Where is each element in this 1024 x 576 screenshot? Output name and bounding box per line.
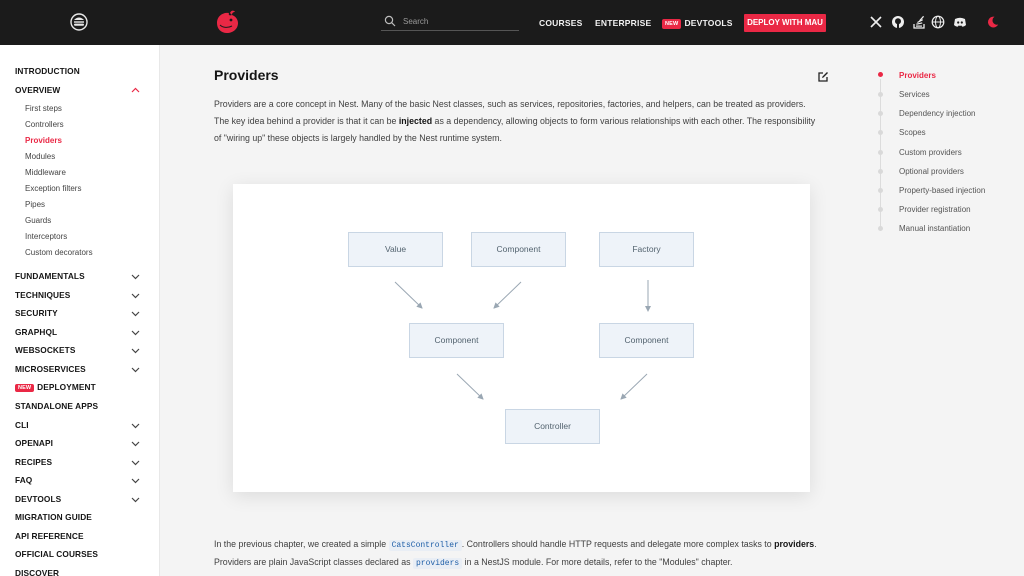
toc-dot [878, 226, 883, 231]
toc-dot [878, 92, 883, 97]
toc-item-scopes[interactable]: Scopes [899, 128, 926, 137]
code-cats-controller: CatsController [388, 540, 462, 551]
new-badge: NEW [662, 19, 682, 29]
nav-courses[interactable]: COURSES [539, 18, 582, 28]
github-icon[interactable] [891, 15, 905, 29]
toc-item-dependency-injection[interactable]: Dependency injection [899, 109, 976, 118]
theme-toggle-icon[interactable] [986, 15, 1000, 29]
p2-text-d: in a NestJS module. For more details, re… [462, 557, 733, 567]
toc-dot [878, 130, 883, 135]
nav-enterprise[interactable]: ENTERPRISE [595, 18, 651, 28]
providers-paragraph: In the previous chapter, we created a si… [214, 536, 818, 572]
intro-paragraph: Providers are a core concept in Nest. Ma… [214, 96, 818, 147]
sidebar-section-standalone-apps[interactable]: STANDALONE APPS [15, 401, 98, 411]
discord-icon[interactable] [953, 15, 967, 29]
sidebar-item-custom-decorators[interactable]: Custom decorators [25, 248, 93, 257]
sidebar-item-exception-filters[interactable]: Exception filters [25, 184, 81, 193]
diagram-node-component-top: Component [471, 232, 566, 267]
toc-item-services[interactable]: Services [899, 90, 930, 99]
x-icon[interactable] [869, 15, 883, 29]
sidebar-item-pipes[interactable]: Pipes [25, 200, 45, 209]
sidebar-section-websockets[interactable]: WEBSOCKETS [15, 345, 75, 355]
page-title: Providers [214, 67, 279, 83]
diagram-node-factory: Factory [599, 232, 694, 267]
sidebar-section-security[interactable]: SECURITY [15, 308, 58, 318]
search-icon [384, 15, 396, 27]
edit-page-icon[interactable] [817, 71, 829, 83]
sidebar-section-cli[interactable]: CLI [15, 420, 29, 430]
toc-item-manual-instantiation[interactable]: Manual instantiation [899, 224, 970, 233]
sidebar-section-graphql[interactable]: GRAPHQL [15, 327, 57, 337]
sidebar-section-recipes[interactable]: RECIPES [15, 457, 52, 467]
chevron-down-icon[interactable] [131, 497, 140, 503]
sidebar-section-deployment[interactable]: NEW DEPLOYMENT [15, 382, 96, 392]
nav-devtools-label: DEVTOOLS [684, 18, 733, 28]
chevron-down-icon[interactable] [131, 367, 140, 373]
intro-bold-injected: injected [398, 116, 433, 126]
chevron-down-icon[interactable] [131, 423, 140, 429]
toc-dot [878, 169, 883, 174]
sidebar-item-middleware[interactable]: Middleware [25, 168, 66, 177]
sidebar-section-microservices[interactable]: MICROSERVICES [15, 364, 86, 374]
sidebar-section-api-reference[interactable]: API REFERENCE [15, 531, 84, 541]
p2-bold-providers: providers [774, 539, 815, 549]
sidebar-item-modules[interactable]: Modules [25, 152, 55, 161]
sidebar-item-guards[interactable]: Guards [25, 216, 51, 225]
sidebar-section-techniques[interactable]: TECHNIQUES [15, 290, 70, 300]
sidebar-item-first-steps[interactable]: First steps [25, 104, 62, 113]
top-bar: COURSES ENTERPRISE NEWDEVTOOLS DEPLOY WI… [0, 0, 1024, 45]
chevron-down-icon[interactable] [131, 311, 140, 317]
sidebar-section-introduction[interactable]: INTRODUCTION [15, 66, 80, 76]
chevron-up-icon[interactable] [131, 87, 140, 93]
sidebar-item-controllers[interactable]: Controllers [25, 120, 64, 129]
p2-text-a: In the previous chapter, we created a si… [214, 539, 389, 549]
globe-icon[interactable] [931, 15, 945, 29]
toc-dot [878, 188, 883, 193]
diagram-arrows [394, 280, 651, 400]
toc-dot [878, 207, 883, 212]
stackoverflow-icon[interactable] [912, 15, 926, 29]
toc-dot [878, 150, 883, 155]
sidebar-section-devtools[interactable]: DEVTOOLS [15, 494, 61, 504]
new-badge: NEW [15, 384, 35, 392]
chevron-down-icon[interactable] [131, 274, 140, 280]
sidebar-section-overview[interactable]: OVERVIEW [15, 85, 60, 95]
sidebar-section-official-courses[interactable]: OFFICIAL COURSES [15, 549, 98, 559]
p2-text-b: . Controllers should handle HTTP request… [461, 539, 775, 549]
toc-item-property-based-injection[interactable]: Property-based injection [899, 186, 985, 195]
chevron-down-icon[interactable] [131, 478, 140, 484]
code-providers: providers [413, 558, 463, 569]
diagram-node-component-left: Component [409, 323, 504, 358]
sidebar-section-fundamentals[interactable]: FUNDAMENTALS [15, 271, 85, 281]
diagram-node-controller: Controller [505, 409, 600, 444]
diagram-node-component-right: Component [599, 323, 694, 358]
chevron-down-icon[interactable] [131, 330, 140, 336]
toc-item-optional-providers[interactable]: Optional providers [899, 167, 964, 176]
sidebar-section-openapi[interactable]: OPENAPI [15, 438, 53, 448]
sidebar-item-providers[interactable]: Providers [25, 136, 62, 145]
toc-dot [878, 111, 883, 116]
nestjs-logo-icon[interactable] [214, 9, 242, 35]
deploy-with-mau-button[interactable]: DEPLOY WITH MAU [744, 14, 826, 32]
diagram-node-value: Value [348, 232, 443, 267]
toc-item-providers[interactable]: Providers [899, 71, 936, 80]
search-box[interactable] [381, 13, 519, 31]
providers-diagram: Value Component Factory Component Compon… [233, 184, 810, 492]
chevron-down-icon[interactable] [131, 293, 140, 299]
sidebar-section-discover[interactable]: DISCOVER [15, 568, 59, 576]
search-input[interactable] [403, 14, 513, 29]
nav-devtools[interactable]: NEW DEVTOOLS [662, 18, 733, 29]
toc-item-custom-providers[interactable]: Custom providers [899, 148, 962, 157]
burger-logo-icon[interactable] [70, 13, 88, 31]
docs-sidebar: INTRODUCTION OVERVIEW First steps Contro… [0, 45, 160, 576]
chevron-down-icon[interactable] [131, 460, 140, 466]
toc-item-provider-registration[interactable]: Provider registration [899, 205, 971, 214]
toc-dot [878, 72, 883, 77]
sidebar-section-migration-guide[interactable]: MIGRATION GUIDE [15, 512, 92, 522]
chevron-down-icon[interactable] [131, 441, 140, 447]
sidebar-item-interceptors[interactable]: Interceptors [25, 232, 67, 241]
chevron-down-icon[interactable] [131, 348, 140, 354]
sidebar-section-deployment-label: DEPLOYMENT [37, 382, 96, 392]
sidebar-section-faq[interactable]: FAQ [15, 475, 32, 485]
